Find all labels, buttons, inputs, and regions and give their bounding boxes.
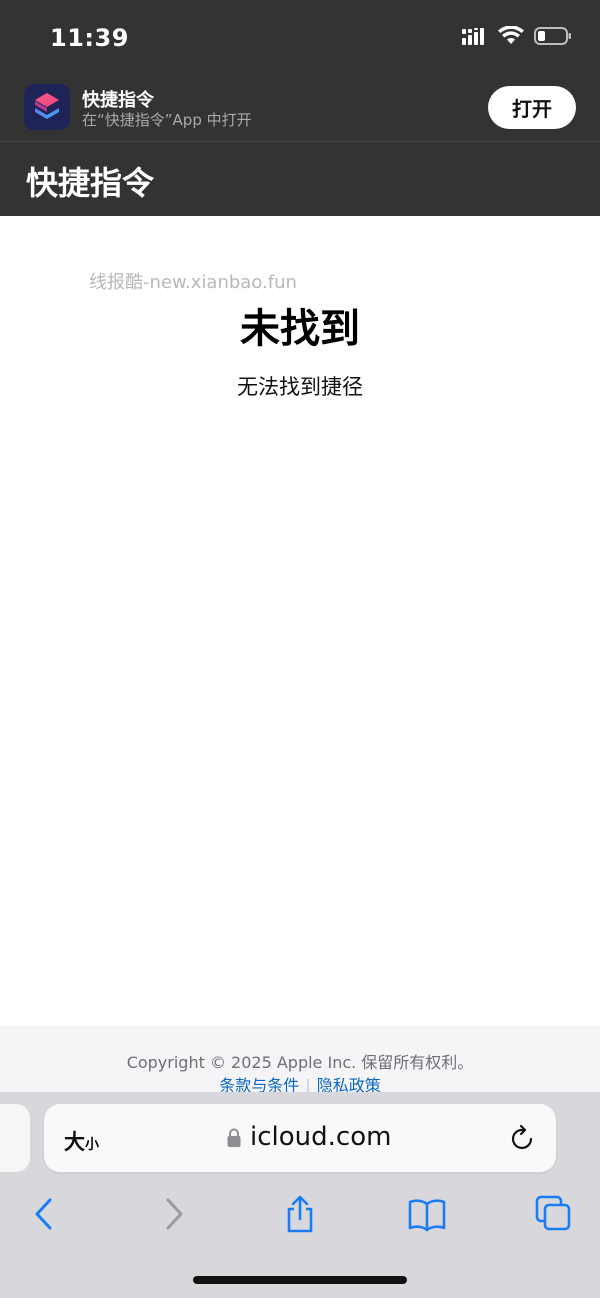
bookmarks-icon[interactable] — [405, 1192, 449, 1236]
cellular-signal-icon — [462, 27, 488, 49]
status-icons — [462, 25, 572, 50]
text-size-button[interactable]: 大小 — [64, 1126, 99, 1156]
reload-icon[interactable] — [510, 1124, 536, 1156]
battery-icon — [534, 26, 572, 50]
copyright-text: Copyright © 2025 Apple Inc. 保留所有权利。 — [126, 1053, 474, 1072]
not-found-title: 未找到 — [240, 306, 360, 352]
watermark: 线报酷-new.xianbao.fun — [89, 272, 297, 293]
tabs-icon[interactable] — [532, 1192, 576, 1236]
safari-bottom-bar: 大小 icloud.com — [0, 1092, 600, 1298]
wifi-icon — [498, 25, 524, 50]
home-indicator[interactable] — [193, 1276, 407, 1284]
previous-tab-card[interactable] — [0, 1104, 30, 1172]
forward-icon[interactable] — [152, 1192, 196, 1236]
page-title: 快捷指令 — [26, 164, 155, 202]
page-header: 快捷指令 — [0, 142, 600, 216]
not-found-description: 无法找到捷径 — [237, 375, 363, 399]
footer: Copyright © 2025 Apple Inc. 保留所有权利。 条款与条… — [0, 1026, 600, 1095]
app-banner: 快捷指令 在“快捷指令”App 中打开 打开 — [0, 78, 600, 142]
status-time: 11:39 — [50, 24, 129, 52]
banner-subtitle: 在“快捷指令”App 中打开 — [82, 111, 252, 129]
url-text[interactable]: icloud.com — [250, 1122, 391, 1152]
lock-icon — [226, 1128, 242, 1152]
back-icon[interactable] — [22, 1192, 66, 1236]
share-icon[interactable] — [278, 1192, 322, 1236]
shortcuts-app-icon[interactable] — [24, 84, 70, 130]
status-bar: 11:39 — [0, 0, 600, 78]
address-bar[interactable]: 大小 icloud.com — [44, 1104, 556, 1172]
open-in-app-button[interactable]: 打开 — [488, 86, 576, 129]
